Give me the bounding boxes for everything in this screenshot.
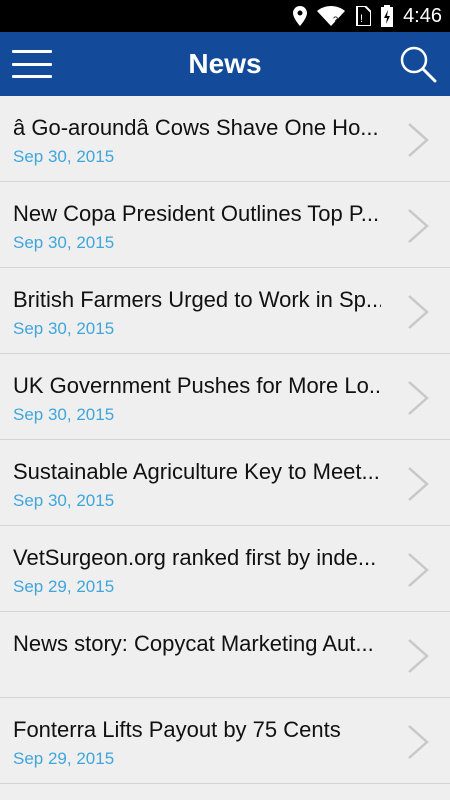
news-list-item[interactable]: News story: Copycat Marketing Aut... (0, 612, 450, 698)
news-list-item[interactable]: â Go-aroundâ Cows Shave One Ho... Sep 30… (0, 96, 450, 182)
news-date: Sep 30, 2015 (13, 405, 115, 424)
chevron-right-icon (408, 725, 429, 759)
hamburger-menu-icon[interactable] (12, 48, 52, 80)
news-title: New Copa President Outlines Top P... (13, 201, 380, 226)
svg-text:!: ! (360, 13, 363, 25)
chevron-right-icon (408, 123, 429, 157)
news-list-item[interactable]: New Copa President Outlines Top P... Sep… (0, 182, 450, 268)
chevron-right-icon (408, 467, 429, 501)
news-date: Sep 30, 2015 (13, 319, 115, 338)
news-date: Sep 30, 2015 (13, 147, 115, 166)
no-sim-icon: ! (355, 6, 372, 26)
news-list-item[interactable]: UK Government Pushes for More Lo... Sep … (0, 354, 450, 440)
wifi-icon: ? (317, 6, 346, 26)
battery-charging-icon (381, 5, 394, 27)
location-icon (293, 6, 308, 26)
news-title: VetSurgeon.org ranked first by inde... (13, 545, 377, 570)
news-title: UK Government Pushes for More Lo... (13, 373, 381, 398)
chevron-right-icon (408, 295, 429, 329)
news-list-item[interactable]: Sustainable Agriculture Key to Meet... S… (0, 440, 450, 526)
news-list-item[interactable]: VetSurgeon.org ranked first by inde... S… (0, 526, 450, 612)
news-title: â Go-aroundâ Cows Shave One Ho... (13, 115, 379, 140)
news-date: Sep 30, 2015 (13, 491, 115, 510)
menu-line (12, 62, 52, 66)
menu-line (12, 75, 52, 78)
news-title: Fonterra Lifts Payout by 75 Cents (13, 717, 341, 742)
news-list: â Go-aroundâ Cows Shave One Ho... Sep 30… (0, 96, 450, 800)
app-bar: News (0, 32, 450, 96)
search-icon[interactable] (398, 44, 438, 84)
chevron-right-icon (408, 209, 429, 243)
news-list-item[interactable]: British Farmers Urged to Work in Sp... S… (0, 268, 450, 354)
news-date: Sep 29, 2015 (13, 577, 115, 596)
chevron-right-icon (408, 553, 429, 587)
news-title: Sustainable Agriculture Key to Meet... (13, 459, 380, 484)
news-date: Sep 29, 2015 (13, 749, 115, 768)
status-bar: ? ! 4:46 (0, 0, 450, 32)
news-title: News story: Copycat Marketing Aut... (13, 631, 374, 656)
news-title: British Farmers Urged to Work in Sp... (13, 287, 381, 312)
status-time: 4:46 (403, 4, 442, 27)
chevron-right-icon (408, 381, 429, 415)
news-list-item[interactable]: Fonterra Lifts Payout by 75 Cents Sep 29… (0, 698, 450, 784)
chevron-right-icon (408, 639, 429, 673)
svg-text:?: ? (333, 15, 338, 25)
status-icons: ? ! 4:46 (293, 0, 442, 32)
page-title: News (188, 48, 262, 79)
menu-line (12, 50, 52, 53)
news-date: Sep 30, 2015 (13, 233, 115, 252)
